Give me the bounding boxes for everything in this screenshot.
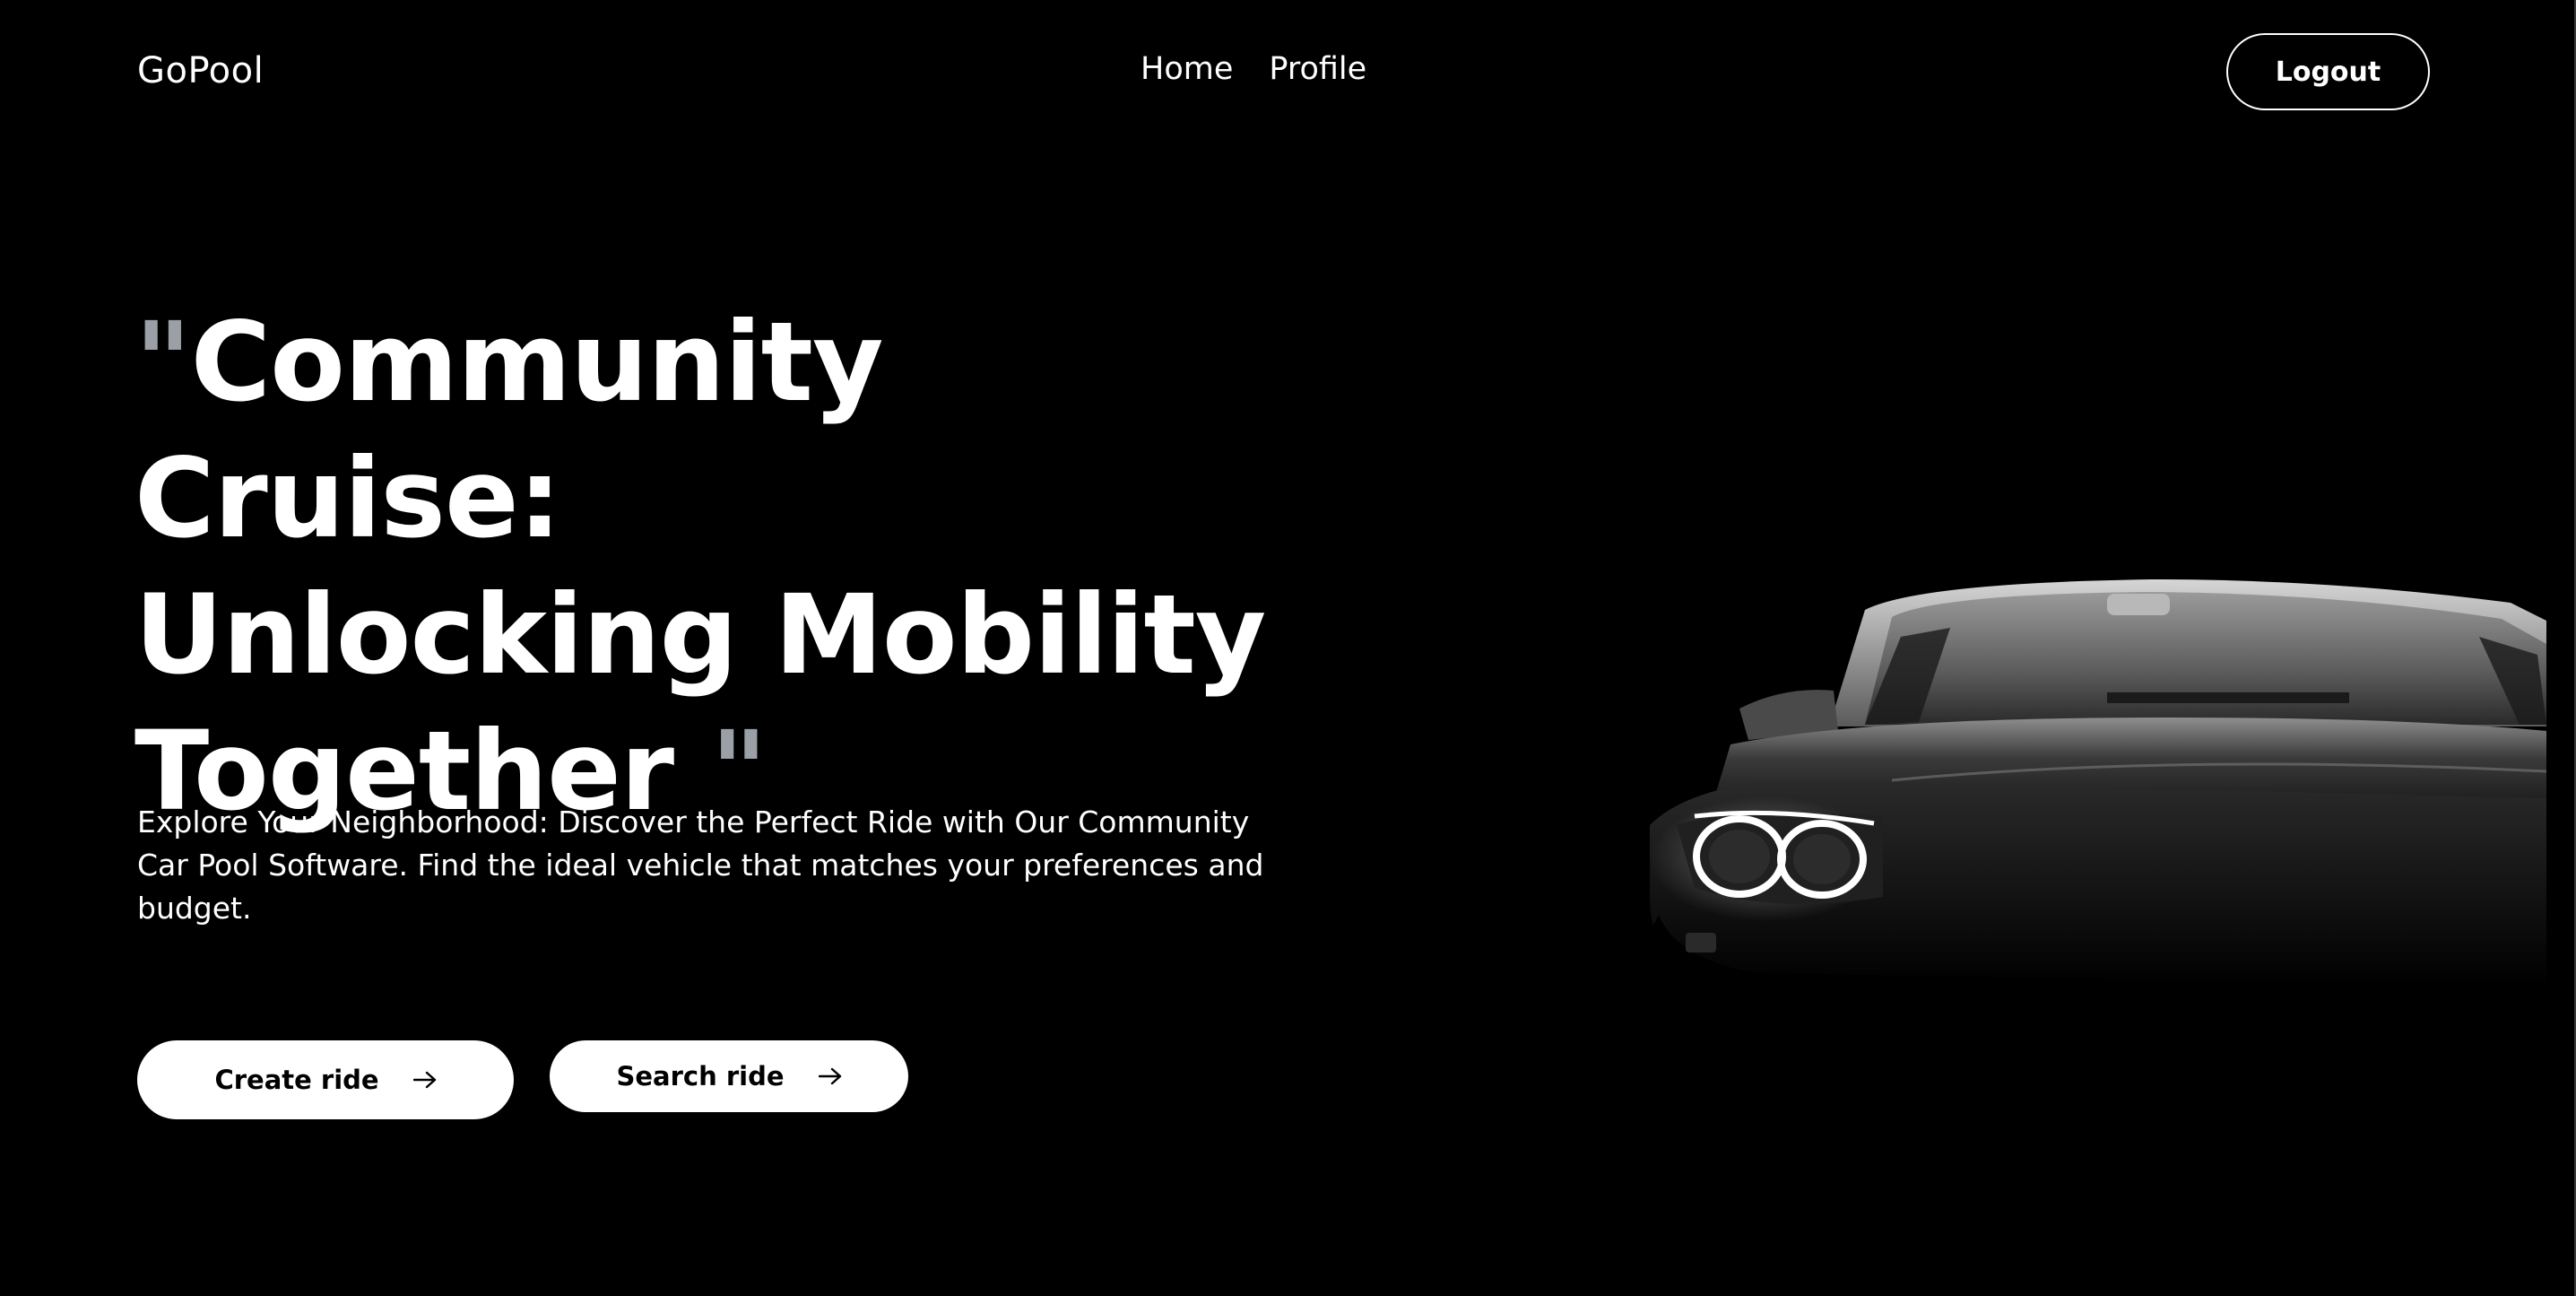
search-ride-label: Search ride <box>616 1061 785 1092</box>
main-nav: Home Profile <box>1141 51 1366 87</box>
nav-home-link[interactable]: Home <box>1141 51 1233 87</box>
arrow-right-icon <box>818 1067 842 1085</box>
logo[interactable]: GoPool <box>137 50 264 91</box>
car-image <box>1596 579 2546 1040</box>
open-quote: " <box>134 299 192 426</box>
create-ride-label: Create ride <box>214 1065 379 1095</box>
search-ride-button[interactable]: Search ride <box>550 1040 908 1112</box>
hero-title: "Community Cruise: Unlocking Mobility To… <box>134 294 1318 839</box>
hero-description: Explore Your Neighborhood: Discover the … <box>137 805 1264 926</box>
create-ride-button[interactable]: Create ride <box>137 1040 514 1119</box>
arrow-right-icon <box>412 1071 437 1089</box>
hero-title-line-1: Community Cruise: <box>134 299 884 562</box>
logout-button[interactable]: Logout <box>2226 33 2430 110</box>
nav-profile-link[interactable]: Profile <box>1269 51 1366 87</box>
hero-title-line-2: Unlocking Mobility <box>134 571 1266 699</box>
